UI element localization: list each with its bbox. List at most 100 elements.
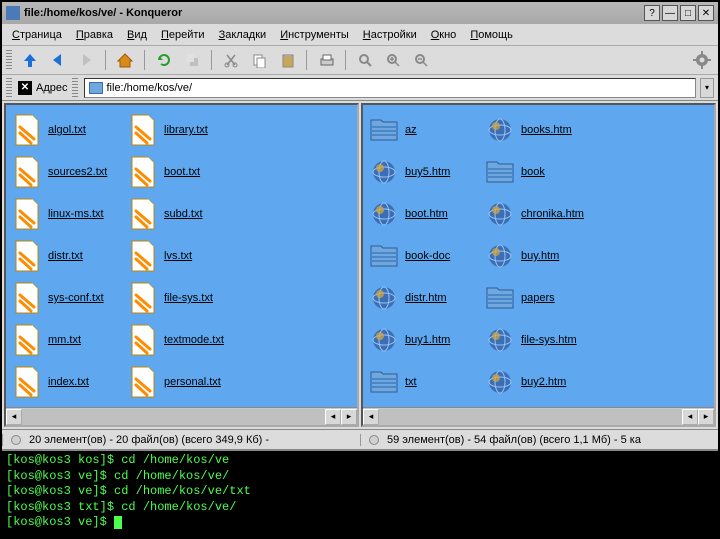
menu-item[interactable]: Помощь	[464, 27, 519, 43]
left-pane-content[interactable]: algol.txt library.txt sources2.txtboot.txt…	[6, 105, 357, 407]
folder-icon	[485, 280, 515, 316]
file-item[interactable]: buy1.htm	[367, 319, 483, 361]
copy-button[interactable]	[247, 48, 271, 72]
file-item[interactable]: linux-ms.txt	[10, 193, 126, 235]
right-pane-content[interactable]: az books.htm buy5.htm book boot.htm chronika.…	[363, 105, 714, 407]
file-item[interactable]: boot.txt	[126, 151, 242, 193]
toolbar-separator	[306, 50, 307, 70]
zoom-in-button[interactable]	[381, 48, 405, 72]
menu-item[interactable]: Инструменты	[274, 27, 355, 43]
file-item[interactable]: internet.txt	[126, 403, 242, 407]
file-label: chronika.htm	[521, 208, 584, 220]
file-item[interactable]: distr.txt	[10, 235, 126, 277]
file-label: subd.txt	[164, 208, 203, 220]
zoom-out-button[interactable]	[409, 48, 433, 72]
scroll-left-button[interactable]: ◂	[325, 409, 341, 425]
up-button[interactable]	[18, 48, 42, 72]
file-label: library.txt	[164, 124, 208, 136]
menu-item[interactable]: Окно	[425, 27, 463, 43]
web-icon	[485, 238, 515, 274]
file-item[interactable]: sources2.txt	[10, 151, 126, 193]
file-item[interactable]: subd.txt	[126, 193, 242, 235]
help-button[interactable]: ?	[644, 5, 660, 21]
file-item[interactable]: buy2.htm	[483, 361, 599, 403]
file-label: buy.htm	[521, 250, 559, 262]
stop-button[interactable]	[180, 48, 204, 72]
back-button[interactable]	[46, 48, 70, 72]
home-button[interactable]	[113, 48, 137, 72]
right-scrollbar[interactable]: ◂ ◂ ▸	[363, 407, 714, 425]
toolbar-handle[interactable]	[6, 50, 12, 70]
file-item[interactable]: mm.txt	[10, 319, 126, 361]
addressbar-handle-2[interactable]	[72, 78, 78, 98]
gear-button[interactable]	[690, 48, 714, 72]
file-item[interactable]: library.txt	[126, 109, 242, 151]
close-button[interactable]: ✕	[698, 5, 714, 21]
file-item[interactable]: book	[483, 151, 599, 193]
file-item[interactable]: chronika.htm	[483, 193, 599, 235]
file-item[interactable]: algol.htm	[483, 403, 599, 407]
scroll-left-button[interactable]: ◂	[363, 409, 379, 425]
file-item[interactable]: papers	[483, 277, 599, 319]
refresh-button[interactable]	[152, 48, 176, 72]
window-title: file:/home/kos/ve/ - Konqueror	[24, 7, 640, 19]
file-item[interactable]: buy5.htm	[367, 151, 483, 193]
toolbar-separator	[211, 50, 212, 70]
menu-item[interactable]: Перейти	[155, 27, 211, 43]
main-window: file:/home/kos/ve/ - Konqueror ? — □ ✕ С…	[0, 0, 720, 539]
file-label: index.txt	[48, 376, 89, 388]
find-button[interactable]	[353, 48, 377, 72]
file-item[interactable]: book-doc	[367, 235, 483, 277]
file-label: textmode.txt	[164, 334, 224, 346]
address-dropdown[interactable]: ▾	[700, 78, 714, 98]
web-icon	[485, 112, 515, 148]
left-scrollbar[interactable]: ◂ ◂ ▸	[6, 407, 357, 425]
scrollbar-track[interactable]	[22, 409, 325, 425]
scroll-left-button[interactable]: ◂	[682, 409, 698, 425]
file-item[interactable]: az	[367, 109, 483, 151]
scrollbar-track[interactable]	[379, 409, 682, 425]
menu-item[interactable]: Закладки	[213, 27, 273, 43]
address-input[interactable]: file:/home/kos/ve/	[84, 78, 697, 98]
file-item[interactable]: index.txt	[10, 361, 126, 403]
file-label: file-sys.htm	[521, 334, 577, 346]
clear-address-button[interactable]: ✕	[18, 81, 32, 95]
scroll-right-button[interactable]: ▸	[341, 409, 357, 425]
file-item[interactable]: personal.txt	[126, 361, 242, 403]
terminal[interactable]: [kos@kos3 kos]$ cd /home/kos/ve [kos@kos…	[2, 449, 718, 537]
file-item[interactable]: lvs.txt	[126, 235, 242, 277]
file-item[interactable]: books.htm	[483, 109, 599, 151]
file-label: books.htm	[521, 124, 572, 136]
file-label: distr.htm	[405, 292, 447, 304]
menu-item[interactable]: Вид	[121, 27, 153, 43]
file-item[interactable]: two-os.txt	[10, 403, 126, 407]
paste-button[interactable]	[275, 48, 299, 72]
file-item[interactable]: boot.htm	[367, 193, 483, 235]
file-item[interactable]: file-sys.htm	[483, 319, 599, 361]
txt-icon	[12, 112, 42, 148]
scroll-right-button[interactable]: ▸	[698, 409, 714, 425]
menu-item[interactable]: Правка	[70, 27, 119, 43]
maximize-button[interactable]: □	[680, 5, 696, 21]
file-label: book	[521, 166, 545, 178]
txt-icon	[128, 406, 158, 407]
statusbar: 20 элемент(ов) - 20 файл(ов) (всего 349,…	[2, 429, 718, 449]
forward-button[interactable]	[74, 48, 98, 72]
htm-icon	[485, 406, 515, 407]
menu-item[interactable]: Настройки	[357, 27, 423, 43]
file-item[interactable]: sys-conf.txt	[10, 277, 126, 319]
scroll-left-button[interactable]: ◂	[6, 409, 22, 425]
file-item[interactable]: file-sys.txt	[126, 277, 242, 319]
file-item[interactable]: algol.txt	[10, 109, 126, 151]
print-button[interactable]	[314, 48, 338, 72]
file-item[interactable]: txt	[367, 361, 483, 403]
addressbar-handle[interactable]	[6, 78, 12, 98]
file-item[interactable]: hard.htm	[367, 403, 483, 407]
menu-item[interactable]: Страница	[6, 27, 68, 43]
file-item[interactable]: distr.htm	[367, 277, 483, 319]
minimize-button[interactable]: —	[662, 5, 678, 21]
file-item[interactable]: textmode.txt	[126, 319, 242, 361]
file-item[interactable]: buy.htm	[483, 235, 599, 277]
titlebar[interactable]: file:/home/kos/ve/ - Konqueror ? — □ ✕	[2, 2, 718, 24]
cut-button[interactable]	[219, 48, 243, 72]
